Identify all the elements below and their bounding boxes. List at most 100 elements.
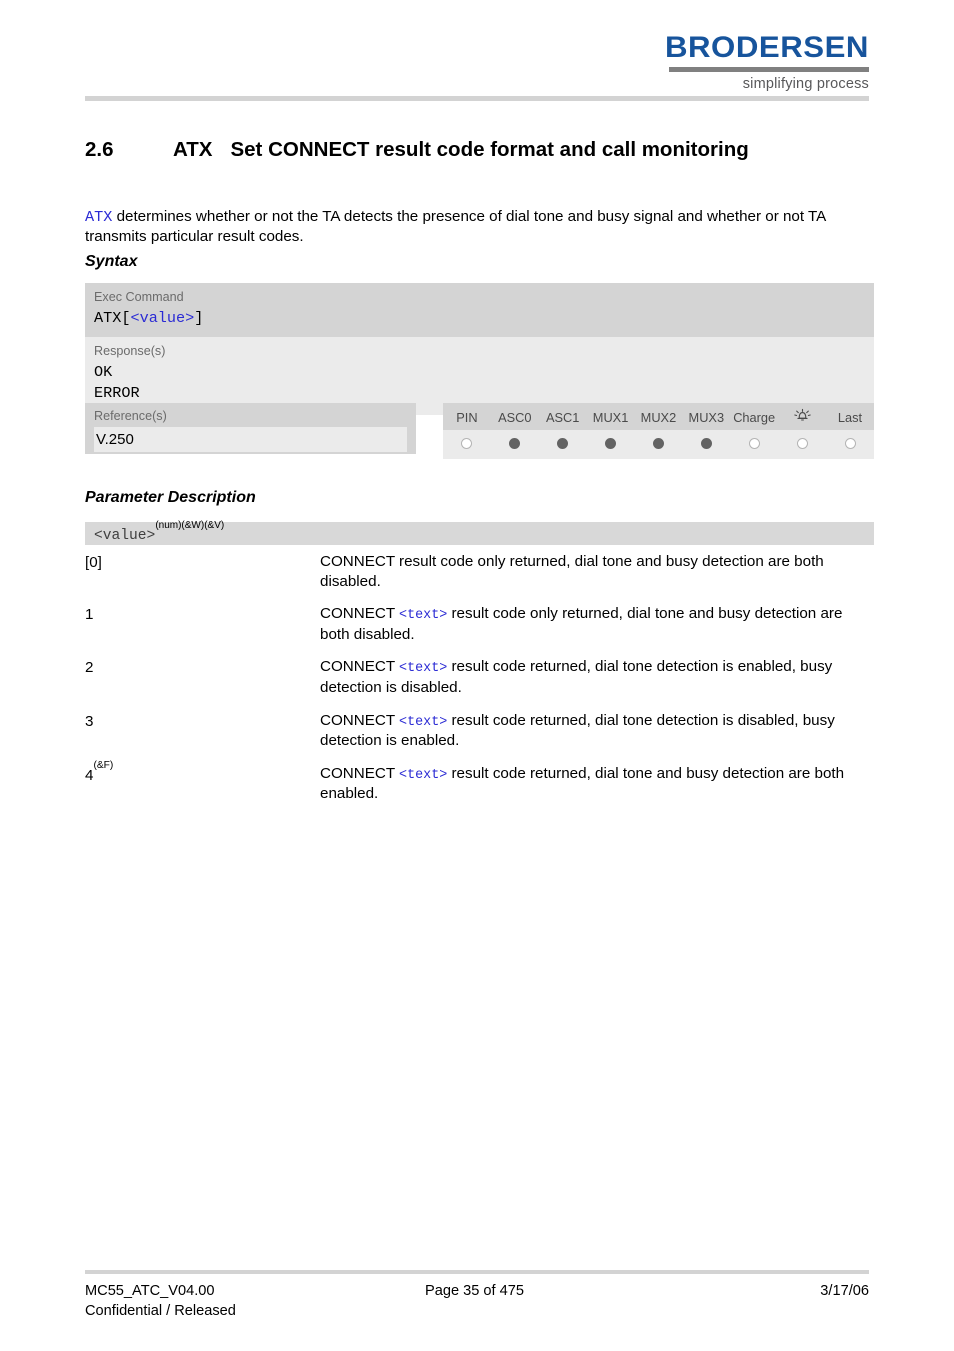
parameter-row: 4(&F) CONNECT <text> result code returned… [85,760,874,805]
header-divider-rule [85,96,869,101]
support-column-header-alarm-icon [778,403,826,430]
parameter-row-key: 4(&F) [85,760,320,805]
intro-text: determines whether or not the TA detects… [85,208,826,246]
intro-command-code: ATX [85,208,113,227]
support-header-row: PIN ASC0 ASC1 MUX1 MUX2 MUX3 Charge Last [443,403,874,430]
parameter-row: [0] CONNECT result code only returned, di… [85,552,874,592]
support-table: PIN ASC0 ASC1 MUX1 MUX2 MUX3 Charge Last [443,403,874,459]
supported-dot-filled [700,438,712,450]
chapter-title-text: Set CONNECT result code format and call … [230,138,749,161]
support-column-header-last: Last [826,403,874,430]
description-prefix: CONNECT [320,711,400,729]
document-page: BRODERSEN simplifying process 2.6 ATX Set … [0,0,954,1351]
exec-code-param: <value> [130,309,195,327]
support-column-header-charge: Charge [730,403,779,430]
reference-support-row: Reference(s) V.250 PIN ASC0 ASC1 MUX1 MUX2 MU… [85,403,874,459]
description-code-token: <text> [399,767,448,783]
parameter-rows: [0] CONNECT result code only returned, di… [85,552,874,817]
description-prefix: CONNECT [320,658,400,676]
support-value-row [443,430,874,459]
supported-dot-filled [557,438,569,450]
logo-tagline: simplifying process [742,76,869,92]
exec-command-code: ATX[<value>] [94,308,865,330]
alarm-icon [793,408,811,426]
support-column-header-mux2: MUX2 [634,403,683,430]
exec-code-prefix: ATX[ [94,309,131,327]
page-footer: MC55_ATC_V04.00 Page 35 of 475 3/17/06 C… [85,1281,869,1321]
intro-paragraph: ATX determines whether or not the TA det… [85,207,874,247]
support-column-header-pin: PIN [443,403,491,430]
supported-dot-filled [652,438,664,450]
support-cell-charge [730,430,779,459]
footer-classification: Confidential / Released [85,1303,236,1319]
support-column-header-asc1: ASC1 [538,403,587,430]
supported-dot-empty [748,438,760,450]
support-cell-mux3 [682,430,731,459]
reference-box: Reference(s) V.250 [85,403,416,454]
support-column-header-asc0: ASC0 [490,403,539,430]
parameter-name-text: <value> [94,527,156,544]
parameter-row-description: CONNECT <text> result code only returned… [320,604,874,645]
reference-value: V.250 [96,431,134,449]
parameter-row-description: CONNECT <text> result code returned, dia… [320,657,874,698]
response-label: Response(s) [94,343,166,358]
parameter-row-key: 3 [85,711,320,752]
chapter-number: 2.6 [85,138,114,161]
reference-value-wrap: V.250 [94,427,407,453]
parameter-name: <value>(num)(&W)(&V) [94,520,224,544]
parameter-row-key-text: 3 [85,712,94,730]
description-suffix: result code only returned, dial tone and… [320,553,824,591]
support-cell-pin [443,430,491,459]
supported-dot-empty [844,438,856,450]
exec-command-label: Exec Command [94,290,184,304]
supported-dot-empty [461,438,473,450]
support-cell-alarm [778,430,826,459]
section-heading-syntax: Syntax [85,253,138,270]
footer-date: 3/17/06 [820,1283,869,1299]
description-prefix: CONNECT [320,553,395,570]
parameter-row-key-superscript: (&F) [93,759,114,771]
footer-document-id: MC55_ATC_V04.00 [85,1283,215,1299]
parameter-name-bar: <value>(num)(&W)(&V) [85,520,874,545]
section-heading-parameter-description: Parameter Description [85,489,256,506]
page-header: BRODERSEN simplifying process [0,0,954,101]
brodersen-logo: BRODERSEN simplifying process [665,33,869,92]
supported-dot-empty [796,438,808,450]
description-prefix: CONNECT [320,605,400,623]
footer-divider-rule [85,1270,869,1274]
parameter-name-superscript: (num)(&W)(&V) [155,519,225,531]
footer-page-number: Page 35 of 475 [425,1283,524,1299]
parameter-row-description: CONNECT <text> result code returned, dia… [320,711,874,752]
syntax-box: Exec Command ATX[<value>] Response(s) OK… [85,283,874,415]
support-cell-last [826,430,874,459]
parameter-row-description: CONNECT result code only returned, dial … [320,552,874,592]
parameter-row-key-text: 1 [85,606,94,624]
support-column-header-mux1: MUX1 [586,403,635,430]
description-prefix: CONNECT [320,764,400,782]
parameter-row-key: 1 [85,604,320,645]
logo-divider-bar [669,67,869,72]
description-code-token: <text> [399,661,448,677]
logo-wordmark: BRODERSEN [664,31,869,64]
support-matrix: PIN ASC0 ASC1 MUX1 MUX2 MUX3 Charge Last [443,403,874,459]
parameter-row-description: CONNECT <text> result code returned, dia… [320,764,874,805]
supported-dot-filled [509,438,521,450]
parameter-row: 3 CONNECT <text> result code returned, di… [85,711,874,752]
parameter-row: 2 CONNECT <text> result code returned, di… [85,657,874,698]
exec-code-suffix: ] [194,309,204,327]
parameter-row-key-text: [0] [85,554,102,571]
parameter-row: 1 CONNECT <text> result code only returne… [85,604,874,645]
parameter-row-key: 2 [85,657,320,698]
supported-dot-filled [605,438,617,450]
support-cell-mux1 [586,430,635,459]
chapter-command: ATX [173,138,213,161]
response-ok: OK [94,362,113,381]
response-error: ERROR [94,384,140,403]
support-cell-mux2 [634,430,683,459]
footer-line-secondary: Confidential / Released [85,1301,869,1321]
support-cell-asc1 [538,430,587,459]
page-title: 2.6 ATX Set CONNECT result code format and… [85,138,869,162]
description-code-token: <text> [399,608,448,624]
parameter-row-key-text: 2 [85,659,94,677]
description-code-token: <text> [399,714,448,730]
